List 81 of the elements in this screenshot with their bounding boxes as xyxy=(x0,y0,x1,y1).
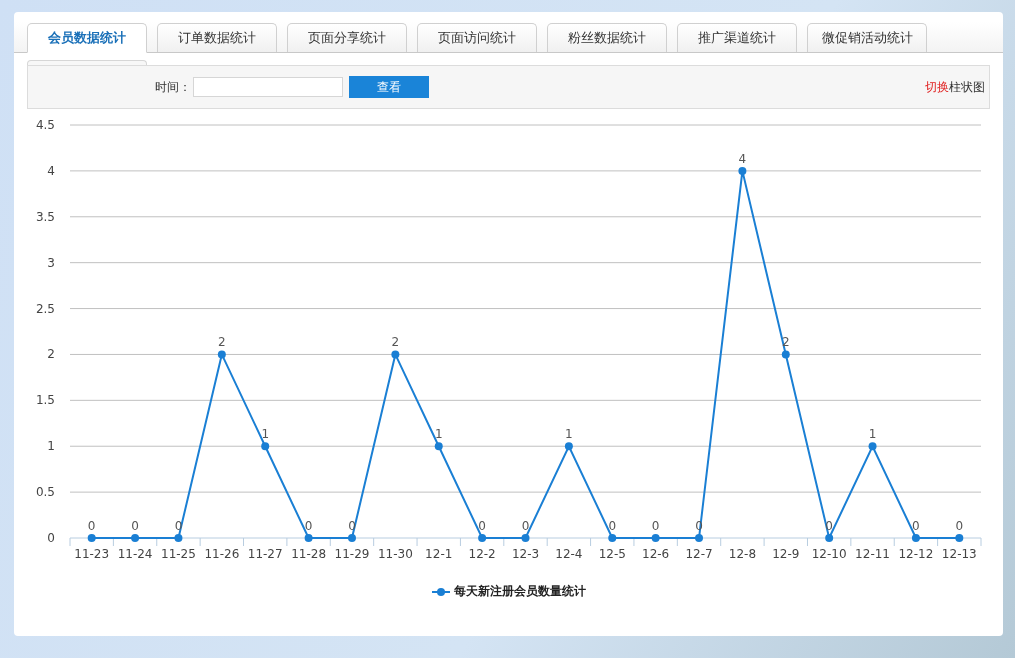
time-label: 时间： xyxy=(155,78,191,96)
data-point xyxy=(738,166,747,175)
data-label: 0 xyxy=(608,519,617,533)
y-axis-label: 1 xyxy=(47,439,55,454)
legend-line-icon xyxy=(431,587,450,596)
tab[interactable]: 微促销活动统计 xyxy=(807,23,927,52)
data-point xyxy=(261,442,270,451)
data-point xyxy=(87,534,96,542)
data-point xyxy=(348,534,356,542)
data-label: 1 xyxy=(434,427,443,442)
data-label: 2 xyxy=(218,335,226,350)
x-axis-label: 11-23 xyxy=(74,547,110,561)
tab[interactable]: 粉丝数据统计 xyxy=(547,23,667,52)
legend-label[interactable]: 每天新注册会员数量统计 xyxy=(453,583,586,600)
data-label: 0 xyxy=(131,519,139,533)
y-axis-label: 4 xyxy=(47,163,55,178)
y-axis-label: 1.5 xyxy=(35,393,55,408)
x-axis-label: 11-25 xyxy=(161,547,196,561)
x-axis-label: 12-8 xyxy=(728,547,756,561)
x-axis-label: 12-12 xyxy=(898,547,934,561)
time-field[interactable] xyxy=(193,77,343,97)
data-point xyxy=(131,534,140,542)
x-axis-label: 12-9 xyxy=(772,547,800,561)
y-axis-label: 3 xyxy=(47,255,55,270)
y-axis-label: 2 xyxy=(47,347,55,362)
data-label: 0 xyxy=(651,519,660,533)
data-label: 4 xyxy=(738,151,747,166)
x-axis-label: 12-11 xyxy=(855,547,890,561)
data-point xyxy=(391,350,400,359)
x-axis-label: 12-5 xyxy=(598,547,626,561)
x-axis-label: 11-24 xyxy=(117,547,153,561)
x-axis-label: 12-13 xyxy=(941,547,977,561)
data-point xyxy=(217,350,226,359)
data-label: 1 xyxy=(868,427,877,442)
x-axis-label: 11-29 xyxy=(334,547,370,561)
data-point xyxy=(434,442,443,451)
data-point xyxy=(651,534,660,542)
x-axis-label: 12-7 xyxy=(685,547,713,561)
data-point xyxy=(174,534,183,542)
data-label: 0 xyxy=(304,519,313,533)
x-axis-label: 12-3 xyxy=(511,547,540,561)
x-axis-label: 12-1 xyxy=(425,547,453,561)
tab[interactable]: 订单数据统计 xyxy=(157,23,277,52)
data-label: 1 xyxy=(565,427,573,442)
x-axis-label: 11-30 xyxy=(377,547,413,561)
data-label: 0 xyxy=(478,519,486,533)
switch-chart-link[interactable]: 切换柱状图 xyxy=(925,78,985,96)
data-point xyxy=(868,442,877,451)
data-point xyxy=(911,534,920,542)
data-label: 0 xyxy=(912,519,920,533)
y-axis-label: 0 xyxy=(47,531,55,545)
x-axis-label: 11-28 xyxy=(291,547,327,561)
data-point xyxy=(564,442,573,451)
x-axis-label: 12-6 xyxy=(642,547,670,561)
data-label: 2 xyxy=(391,335,400,350)
data-point xyxy=(825,534,834,542)
data-point xyxy=(781,350,790,359)
x-axis-label: 12-4 xyxy=(555,547,583,561)
y-axis-label: 3.5 xyxy=(35,209,55,224)
data-label: 0 xyxy=(955,519,964,533)
tab[interactable]: 页面访问统计 xyxy=(417,23,537,52)
tab[interactable]: 页面分享统计 xyxy=(287,23,407,52)
data-label: 1 xyxy=(261,427,270,442)
data-point xyxy=(478,534,487,542)
data-point xyxy=(955,534,964,542)
data-label: 0 xyxy=(521,519,530,533)
x-axis-label: 12-2 xyxy=(468,547,496,561)
data-point xyxy=(304,534,313,542)
x-axis-label: 12-10 xyxy=(811,547,847,561)
x-axis-label: 11-26 xyxy=(204,547,240,561)
y-axis-label: 0.5 xyxy=(35,485,55,500)
tab[interactable]: 推广渠道统计 xyxy=(677,23,797,52)
x-axis-label: 11-27 xyxy=(247,547,283,561)
tab[interactable]: 会员数据统计 xyxy=(27,23,147,53)
view-button[interactable]: 查看 xyxy=(349,76,429,98)
y-axis-label: 4.5 xyxy=(35,118,55,132)
data-point xyxy=(695,534,703,542)
y-axis-label: 2.5 xyxy=(35,301,55,316)
data-point xyxy=(521,534,530,542)
data-point xyxy=(608,534,617,542)
data-label: 0 xyxy=(87,519,96,533)
